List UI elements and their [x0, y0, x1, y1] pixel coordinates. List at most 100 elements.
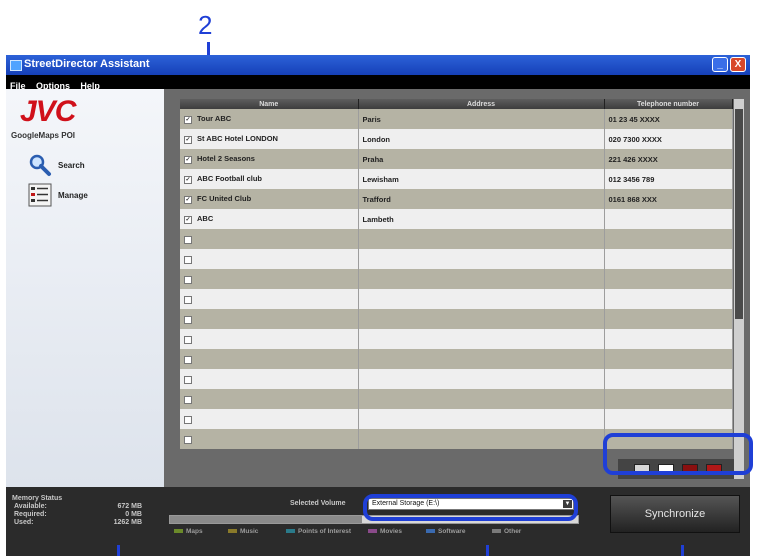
scrollbar-thumb[interactable] — [735, 109, 743, 319]
brand-logo: JVC — [20, 95, 76, 128]
callout-line-volume — [486, 545, 489, 556]
memory-used-value: 1262 MB — [113, 519, 142, 526]
table-row[interactable]: ✓ St ABC Hotel LONDON London 020 7300 XXXX — [180, 129, 733, 149]
callout-box-volume — [363, 494, 578, 521]
cell-telephone — [604, 229, 733, 249]
cell-name — [180, 229, 359, 249]
table-row[interactable] — [180, 249, 733, 269]
window-title: StreetDirector Assistant — [24, 58, 150, 70]
row-checkbox[interactable]: ✓ — [184, 215, 192, 224]
nav-search-label: Search — [58, 161, 85, 170]
table-body: ✓ Tour ABC Paris 01 23 45 XXXX ✓ St ABC Hotel… — [180, 109, 733, 449]
callout-number-top: 2 — [198, 10, 213, 40]
column-header-telephone[interactable]: Telephone number — [604, 99, 733, 109]
row-checkbox[interactable]: ✓ — [184, 135, 192, 144]
legend-item: Music — [228, 528, 258, 535]
row-checkbox[interactable] — [184, 335, 192, 344]
cell-name — [180, 389, 359, 409]
column-header-address[interactable]: Address — [358, 99, 605, 109]
list-icon — [28, 183, 52, 207]
cell-telephone — [604, 369, 733, 389]
memory-available-value: 672 MB — [117, 503, 142, 510]
cell-name — [180, 309, 359, 329]
table-row[interactable]: ✓ ABC Lambeth — [180, 209, 733, 229]
cell-address: Trafford — [358, 189, 605, 209]
app-window: StreetDirector Assistant _ X File Option… — [6, 55, 750, 556]
table-row[interactable] — [180, 409, 733, 429]
row-checkbox[interactable]: ✓ — [184, 195, 192, 204]
row-checkbox[interactable] — [184, 355, 192, 364]
legend-item: Maps — [174, 528, 203, 535]
title-bar: StreetDirector Assistant _ X — [6, 55, 750, 75]
row-name: Tour ABC — [197, 114, 232, 124]
nav-manage[interactable]: Manage — [28, 183, 148, 207]
row-checkbox[interactable]: ✓ — [184, 115, 192, 124]
cell-telephone — [604, 349, 733, 369]
legend-label: Music — [240, 528, 259, 535]
table-row[interactable] — [180, 329, 733, 349]
row-checkbox[interactable] — [184, 415, 192, 424]
row-checkbox[interactable] — [184, 395, 192, 404]
selected-volume-label: Selected Volume — [290, 500, 346, 507]
menu-bar: File Options Help — [6, 75, 750, 91]
poi-grid-panel: Name Address Telephone number ✓ Tour ABC P… — [164, 89, 750, 487]
row-checkbox[interactable]: ✓ — [184, 155, 192, 164]
sidebar-subtitle: GoogleMaps POI — [11, 131, 76, 140]
table-row[interactable]: ✓ Hotel 2 Seasons Praha 221 426 XXXX — [180, 149, 733, 169]
legend-label: Maps — [186, 528, 203, 535]
row-checkbox[interactable] — [184, 255, 192, 264]
cell-address: Praha — [358, 149, 605, 169]
callout-line-memory — [117, 545, 120, 556]
close-button[interactable]: X — [730, 57, 746, 72]
memory-used-label: Used: — [14, 519, 34, 526]
row-checkbox[interactable] — [184, 275, 192, 284]
legend-label: Other — [504, 528, 522, 535]
cell-address — [358, 269, 605, 289]
cell-name — [180, 429, 359, 449]
cell-name — [180, 269, 359, 289]
table-row[interactable] — [180, 369, 733, 389]
row-checkbox[interactable] — [184, 315, 192, 324]
cell-telephone — [604, 269, 733, 289]
cell-name: ✓ ABC — [180, 209, 359, 229]
sidebar: JVC GoogleMaps POI Search Manage — [6, 89, 164, 487]
nav-search[interactable]: Search — [28, 153, 148, 177]
synchronize-button[interactable]: Synchronize — [610, 495, 740, 533]
table-row[interactable]: ✓ ABC Football club Lewisham 012 3456 789 — [180, 169, 733, 189]
poi-table: Name Address Telephone number ✓ Tour ABC P… — [180, 99, 733, 449]
column-header-name[interactable]: Name — [180, 99, 359, 109]
table-row[interactable]: ✓ Tour ABC Paris 01 23 45 XXXX — [180, 109, 733, 129]
cell-telephone — [604, 209, 733, 229]
row-checkbox[interactable] — [184, 235, 192, 244]
legend-swatch — [228, 529, 237, 534]
cell-name: ✓ FC United Club — [180, 189, 359, 209]
cell-telephone: 020 7300 XXXX — [604, 129, 733, 149]
table-row[interactable] — [180, 389, 733, 409]
table-row[interactable] — [180, 269, 733, 289]
row-checkbox[interactable] — [184, 435, 192, 444]
table-header-row: Name Address Telephone number — [180, 99, 733, 109]
cell-address — [358, 309, 605, 329]
table-row[interactable]: ✓ FC United Club Trafford 0161 868 XXX — [180, 189, 733, 209]
table-row[interactable] — [180, 309, 733, 329]
nav-manage-label: Manage — [58, 191, 88, 200]
app-icon — [10, 60, 22, 71]
row-checkbox[interactable] — [184, 375, 192, 384]
row-checkbox[interactable] — [184, 295, 192, 304]
row-name: ABC Football club — [197, 174, 262, 184]
table-row[interactable] — [180, 289, 733, 309]
cell-address — [358, 429, 605, 449]
row-checkbox[interactable]: ✓ — [184, 175, 192, 184]
table-row[interactable] — [180, 349, 733, 369]
memory-available-label: Available: — [14, 503, 47, 510]
legend-label: Software — [438, 528, 466, 535]
legend-item: Points of Interest — [286, 528, 351, 535]
cell-address — [358, 349, 605, 369]
cell-telephone: 0161 868 XXX — [604, 189, 733, 209]
cell-address: Lambeth — [358, 209, 605, 229]
vertical-scrollbar[interactable] — [734, 99, 744, 479]
minimize-button[interactable]: _ — [712, 57, 728, 72]
memory-required-value: 0 MB — [125, 511, 142, 518]
table-row[interactable] — [180, 229, 733, 249]
cell-telephone — [604, 409, 733, 429]
